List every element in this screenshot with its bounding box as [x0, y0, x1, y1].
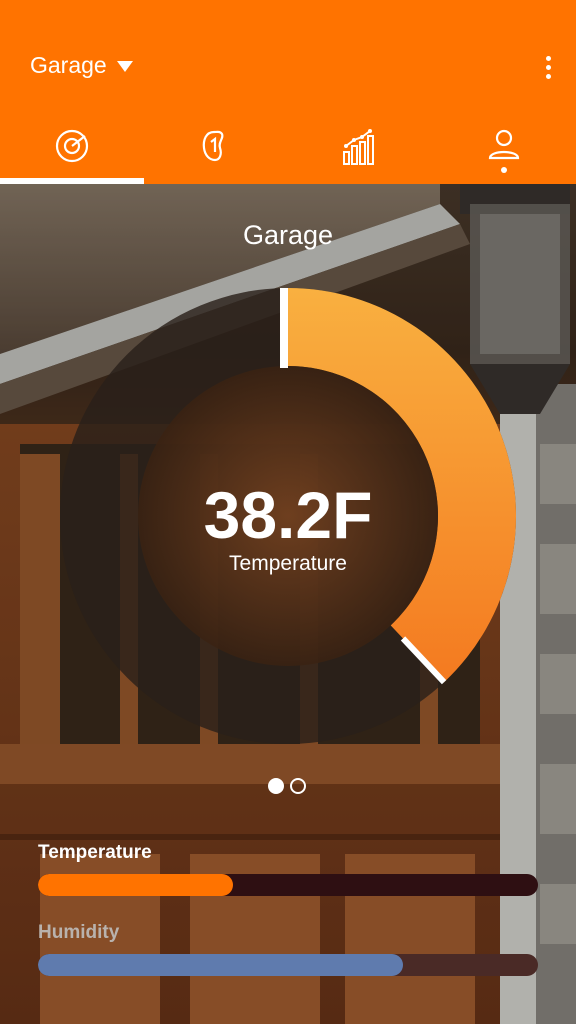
tab-bar — [0, 112, 576, 184]
tab-profile[interactable] — [432, 112, 576, 184]
reading-block: 38.2F Temperature — [60, 480, 516, 576]
metric-track — [38, 874, 538, 896]
app-header: Garage — [0, 0, 576, 184]
metric-fill — [38, 954, 403, 976]
location-selector[interactable]: Garage — [30, 52, 133, 79]
dropdown-caret-icon — [116, 61, 133, 72]
sensor-icon — [202, 130, 224, 162]
page-title: Garage — [242, 220, 334, 250]
reading-label: Temperature — [229, 552, 347, 575]
metric-label: Temperature — [38, 842, 152, 863]
metric-humidity: Humidity — [38, 922, 538, 976]
tab-overview[interactable] — [0, 112, 144, 184]
page-dot-2[interactable] — [290, 778, 306, 794]
bar-chart-icon — [343, 129, 374, 165]
tab-stats[interactable] — [288, 112, 432, 184]
page-dot-1[interactable] — [268, 778, 284, 794]
page-indicator — [268, 778, 306, 794]
tab-sensor[interactable] — [144, 112, 288, 184]
reading-value: 38.2F — [203, 478, 373, 552]
metric-fill — [38, 874, 233, 896]
metric-temperature: Temperature — [38, 842, 538, 896]
target-icon — [55, 129, 89, 163]
location-label: Garage — [30, 52, 107, 78]
user-icon — [488, 129, 520, 173]
more-options-icon[interactable] — [538, 52, 558, 82]
metric-label: Humidity — [38, 922, 120, 943]
metric-track — [38, 954, 538, 976]
